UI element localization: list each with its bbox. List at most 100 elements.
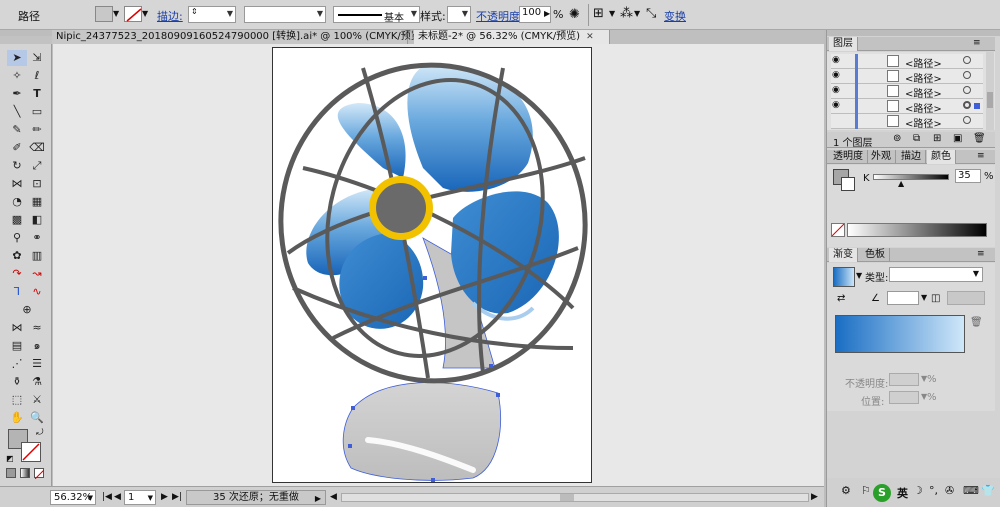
prev-artboard-icon[interactable]: ◀ bbox=[114, 492, 121, 502]
knife-icon[interactable]: ⚔ bbox=[27, 392, 47, 408]
gradient-mode-icon[interactable] bbox=[20, 468, 30, 478]
delete-layer-icon[interactable]: 🗑 bbox=[973, 133, 986, 144]
gradient-preview[interactable] bbox=[833, 267, 855, 287]
canvas-area[interactable] bbox=[53, 44, 824, 486]
expand-icon[interactable]: ⤡ bbox=[646, 6, 656, 21]
stepper-icon[interactable]: ⇕ bbox=[191, 7, 198, 16]
scatter-icon[interactable]: ⋰ bbox=[7, 356, 27, 372]
moon-icon[interactable]: ☽ bbox=[913, 484, 923, 497]
artboard-number-field[interactable]: 1 ▼ bbox=[124, 490, 156, 505]
reverse-gradient-icon[interactable]: ⇄ bbox=[837, 293, 845, 304]
anchor-point[interactable] bbox=[489, 364, 493, 368]
brush-dropdown[interactable]: 基本 ▼ bbox=[333, 6, 420, 24]
direct-selection-icon[interactable]: ⇲ bbox=[27, 50, 47, 66]
perspective-icon[interactable]: ▦ bbox=[27, 194, 47, 210]
hand-tool-icon[interactable]: ✋ bbox=[7, 410, 27, 426]
target-circle-icon[interactable] bbox=[963, 71, 971, 79]
isolate-dropdown-icon[interactable]: ▼ bbox=[634, 9, 640, 18]
rectangle-tool-icon[interactable]: ▭ bbox=[27, 104, 47, 120]
anchor-point[interactable] bbox=[496, 393, 500, 397]
paint-bucket-icon[interactable]: ⚗ bbox=[27, 374, 47, 390]
horizontal-scrollbar[interactable] bbox=[341, 493, 809, 502]
status-message[interactable]: 35 次还原；无重做 ▶ bbox=[186, 490, 326, 505]
new-layer-icon[interactable]: ▣ bbox=[953, 133, 962, 144]
none-mode-icon[interactable] bbox=[34, 468, 45, 480]
location-field[interactable] bbox=[889, 391, 919, 404]
tab-appearance[interactable]: 外观 bbox=[867, 150, 896, 164]
column-graph-icon[interactable]: ▤ bbox=[7, 338, 27, 354]
new-sublayer-icon[interactable]: ⊞ bbox=[933, 133, 941, 144]
layer-row[interactable]: ◉ <路径> bbox=[831, 84, 983, 100]
tab-stroke[interactable]: 描边 bbox=[897, 150, 926, 164]
color-mode-icon[interactable] bbox=[6, 468, 16, 478]
graph-tool-icon[interactable]: ▥ bbox=[27, 248, 47, 264]
paintbrush-icon[interactable]: ✎ bbox=[7, 122, 27, 138]
layers-scrollbar[interactable] bbox=[986, 52, 994, 130]
locate-object-icon[interactable]: ⊚ bbox=[893, 133, 901, 144]
layer-row-selected[interactable]: ◉ <路径> bbox=[831, 99, 983, 115]
anchor-point[interactable] bbox=[423, 276, 427, 280]
ime-language[interactable]: 英 bbox=[897, 485, 908, 501]
twirl-icon[interactable]: ๑ bbox=[27, 338, 47, 354]
skin-icon[interactable]: 👕 bbox=[981, 484, 995, 497]
anchor-point[interactable] bbox=[348, 444, 352, 448]
fan-illustration[interactable] bbox=[273, 48, 591, 482]
mic-icon[interactable]: ✇ bbox=[945, 484, 954, 497]
stroke-dropdown-icon[interactable]: ▼ bbox=[142, 9, 148, 18]
delete-stop-icon[interactable]: 🗑 bbox=[970, 317, 983, 328]
symbol-sprayer-icon[interactable]: ✿ bbox=[7, 248, 27, 264]
last-artboard-icon[interactable]: ▶| bbox=[172, 492, 182, 502]
stroke-weight-field[interactable]: ⇕ ▼ bbox=[188, 6, 236, 23]
opacity-label[interactable]: 不透明度: bbox=[476, 8, 524, 24]
punctuation-icon[interactable]: °, bbox=[929, 484, 938, 497]
lasso-icon[interactable]: ℓ bbox=[27, 68, 47, 84]
target-icon[interactable]: ⊕ bbox=[17, 302, 37, 318]
eraser-icon[interactable]: ⌫ bbox=[27, 140, 47, 156]
artboard[interactable] bbox=[272, 47, 592, 483]
fill-dropdown-icon[interactable]: ▼ bbox=[113, 9, 119, 18]
k-slider[interactable] bbox=[873, 174, 949, 180]
artboard-tool-icon[interactable]: ⬚ bbox=[7, 392, 27, 408]
first-artboard-icon[interactable]: |◀ bbox=[102, 492, 112, 502]
slice-icon[interactable]: ⋈ bbox=[7, 320, 27, 336]
eye-icon[interactable]: ◉ bbox=[832, 85, 840, 95]
free-transform-icon[interactable]: ⊡ bbox=[27, 176, 47, 192]
wave-tool-icon[interactable]: ∿ bbox=[27, 284, 47, 300]
fill-swatch[interactable] bbox=[95, 6, 113, 22]
eyedropper-icon[interactable]: ⚲ bbox=[7, 230, 27, 246]
default-colors-icon[interactable]: ◩ bbox=[6, 454, 14, 463]
warp-icon[interactable]: ≈ bbox=[27, 320, 47, 336]
aspect-field[interactable] bbox=[947, 291, 985, 305]
transform-link[interactable]: 变换 bbox=[664, 8, 686, 24]
gradient-tool-icon[interactable]: ◧ bbox=[27, 212, 47, 228]
blend-icon[interactable]: ⚭ bbox=[27, 230, 47, 246]
tab-swatches[interactable]: 色板 bbox=[861, 248, 890, 262]
tray-icon[interactable]: ⚙ bbox=[841, 484, 851, 497]
scroll-thumb[interactable] bbox=[987, 92, 993, 108]
toolbar-grip[interactable] bbox=[0, 36, 52, 44]
swap-icon[interactable]: ⤾ bbox=[36, 428, 44, 438]
target-circle-icon[interactable] bbox=[963, 116, 971, 124]
dock-grip[interactable] bbox=[827, 30, 1000, 36]
gradient-type-dropdown[interactable]: ▼ bbox=[889, 267, 983, 282]
tab-color[interactable]: 颜色 bbox=[927, 150, 956, 164]
clipping-mask-icon[interactable]: ⧉ bbox=[913, 133, 920, 144]
scroll-left-icon[interactable]: ◀ bbox=[330, 492, 337, 502]
curve-tool-icon[interactable]: ↝ bbox=[27, 266, 47, 282]
ime-logo-icon[interactable]: S bbox=[873, 484, 891, 502]
rotate-icon[interactable]: ↻ bbox=[7, 158, 27, 174]
tab-transparency[interactable]: 透明度 bbox=[829, 150, 868, 164]
angle-field[interactable] bbox=[887, 291, 919, 305]
tab-document-1[interactable]: Nipic_24377523_20180909160524790000 [转换]… bbox=[52, 30, 438, 44]
recolor-icon[interactable]: ✺ bbox=[569, 7, 580, 22]
panel-menu-icon[interactable]: ≡ bbox=[977, 151, 985, 161]
list-icon[interactable]: ☰ bbox=[27, 356, 47, 372]
pencil-icon[interactable]: ✏ bbox=[27, 122, 47, 138]
zoom-field[interactable]: 56.32% ▼ bbox=[50, 490, 96, 505]
k-value-field[interactable]: 35 bbox=[955, 169, 981, 183]
stroke-color-box[interactable] bbox=[21, 442, 41, 462]
target-circle-icon[interactable] bbox=[963, 56, 971, 64]
chevron-down-icon[interactable]: ▼ bbox=[921, 293, 927, 302]
variable-width-dropdown[interactable]: ▼ bbox=[244, 6, 326, 23]
stroke-preview-box[interactable] bbox=[841, 177, 855, 191]
